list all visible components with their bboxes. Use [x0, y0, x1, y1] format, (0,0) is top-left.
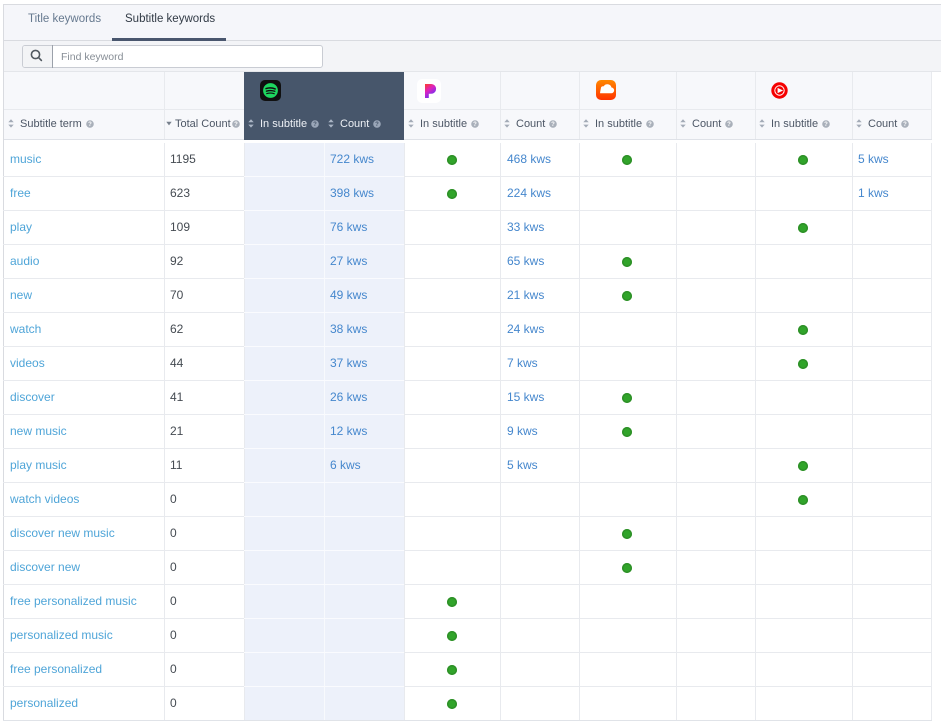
svg-text:?: ?	[904, 122, 908, 128]
svg-text:?: ?	[552, 122, 556, 128]
svg-text:?: ?	[234, 122, 238, 128]
svg-text:?: ?	[648, 122, 652, 128]
svg-text:?: ?	[313, 122, 317, 128]
svg-text:?: ?	[376, 122, 380, 128]
svg-text:?: ?	[824, 122, 828, 128]
svg-text:?: ?	[473, 122, 477, 128]
svg-text:?: ?	[88, 122, 92, 128]
svg-text:?: ?	[728, 122, 732, 128]
